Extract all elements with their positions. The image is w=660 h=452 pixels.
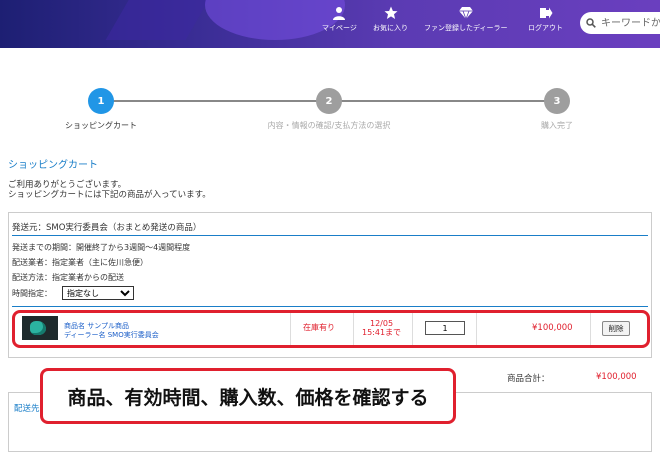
item-highlight-box	[12, 310, 650, 348]
step-2-circle: 2	[316, 88, 342, 114]
divider	[12, 235, 648, 236]
nav-logout-label: ログアウト	[528, 24, 563, 32]
intro-line-1: ご利用ありがとうございます。	[8, 180, 127, 190]
intro-text: ご利用ありがとうございます。 ショッピングカートには下記の商品が入っています。	[8, 180, 211, 200]
search-icon	[586, 18, 596, 28]
nav-favorites-label: お気に入り	[373, 24, 408, 32]
nav-fan-dealers-label: ファン登録したディーラー	[424, 24, 508, 32]
shipping-carrier: 配送業者：指定業者（主に佐川急便）	[12, 258, 148, 267]
nav-mypage-label: マイページ	[322, 24, 357, 32]
subtotal-label: 商品合計：	[507, 374, 550, 384]
time-select[interactable]: 指定なし	[62, 286, 134, 300]
site-header: マイページ お気に入り ファン登録したディーラー ログアウト	[0, 0, 660, 48]
callout-text: 商品、有効時間、購入数、価格を確認する	[67, 386, 429, 409]
diamond-icon	[458, 7, 473, 20]
step-3-circle: 3	[544, 88, 570, 114]
subtotal-value: ¥100,000	[596, 372, 637, 382]
page-title: ショッピングカート	[8, 160, 98, 171]
user-icon	[333, 7, 346, 20]
nav-mypage[interactable]: マイページ	[322, 6, 357, 33]
nav-fan-dealers[interactable]: ファン登録したディーラー	[424, 6, 508, 33]
search-box[interactable]	[580, 12, 660, 34]
delivery-label: 配送先	[14, 404, 40, 414]
nav-logout[interactable]: ログアウト	[528, 6, 563, 33]
header-decoration	[105, 0, 215, 40]
instruction-callout: 商品、有効時間、購入数、価格を確認する	[40, 368, 456, 424]
step-2-label: 内容・情報の確認/支払方法の選択	[267, 121, 391, 130]
search-input[interactable]	[599, 16, 660, 30]
nav-favorites[interactable]: お気に入り	[373, 6, 408, 33]
step-1-circle: 1	[88, 88, 114, 114]
time-label: 時間指定：	[12, 289, 52, 298]
shipping-method: 配送方法：指定業者からの配送	[12, 273, 124, 282]
step-1-label: ショッピングカート	[65, 121, 137, 130]
shipment-origin: 発送元：SMO実行委員会（おまとめ発送の商品）	[12, 223, 202, 233]
step-3-label: 購入完了	[541, 121, 573, 130]
star-icon	[384, 6, 397, 19]
logout-icon	[539, 7, 552, 19]
divider	[12, 306, 648, 307]
intro-line-2: ショッピングカートには下記の商品が入っています。	[8, 190, 211, 200]
shipping-period: 発送までの期間：開催終了から3週間～4週間程度	[12, 243, 191, 252]
